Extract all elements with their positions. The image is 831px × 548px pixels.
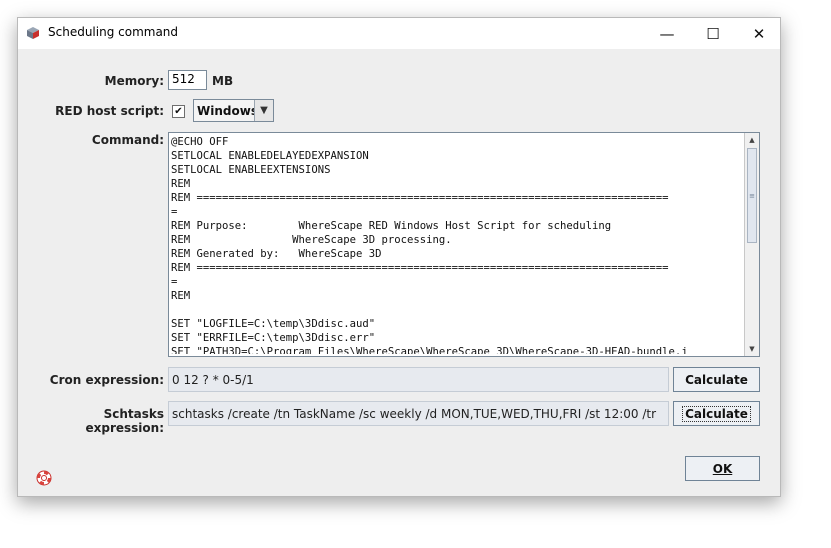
command-label: Command: <box>91 133 164 147</box>
close-button[interactable]: ✕ <box>736 18 782 49</box>
cron-calculate-button[interactable]: Calculate <box>673 367 760 392</box>
schtasks-calculate-label: Calculate <box>682 405 751 422</box>
schtasks-expression-label: Schtasks expression: <box>85 407 164 435</box>
scroll-up-icon[interactable]: ▲ <box>745 133 759 147</box>
memory-label: Memory: <box>104 74 164 88</box>
scroll-thumb[interactable]: ≡ <box>747 148 757 243</box>
title-bar[interactable]: Scheduling command — ☐ ✕ <box>18 18 780 49</box>
memory-input[interactable]: 512 <box>168 70 207 90</box>
red-host-script-label: RED host script: <box>55 104 164 118</box>
ok-button[interactable]: OK <box>685 456 760 481</box>
cron-expression-label: Cron expression: <box>49 373 164 387</box>
os-select[interactable]: Windows ▼ <box>193 99 274 122</box>
maximize-button[interactable]: ☐ <box>690 18 736 49</box>
help-lifebuoy-icon[interactable] <box>36 470 52 486</box>
schtasks-expression-field[interactable]: schtasks /create /tn TaskName /sc weekly… <box>168 401 669 426</box>
schtasks-calculate-button[interactable]: Calculate <box>673 401 760 426</box>
red-host-script-checkbox[interactable]: ✔ <box>172 105 185 118</box>
command-textarea[interactable]: @ECHO OFF SETLOCAL ENABLEDELAYEDEXPANSIO… <box>168 132 760 357</box>
command-text[interactable]: @ECHO OFF SETLOCAL ENABLEDELAYEDEXPANSIO… <box>171 135 743 354</box>
scheduling-command-dialog: Scheduling command — ☐ ✕ Memory: 512 MB … <box>17 17 781 497</box>
cron-expression-field[interactable]: 0 12 ? * 0-5/1 <box>168 367 669 392</box>
chevron-down-icon[interactable]: ▼ <box>254 100 273 121</box>
minimize-button[interactable]: — <box>644 18 690 49</box>
os-select-value: Windows <box>197 104 258 118</box>
window-title: Scheduling command <box>48 25 179 39</box>
memory-unit: MB <box>212 74 234 88</box>
command-scrollbar[interactable]: ▲ ≡ ▼ <box>744 133 759 356</box>
scroll-down-icon[interactable]: ▼ <box>745 342 759 356</box>
app-icon <box>27 27 39 39</box>
